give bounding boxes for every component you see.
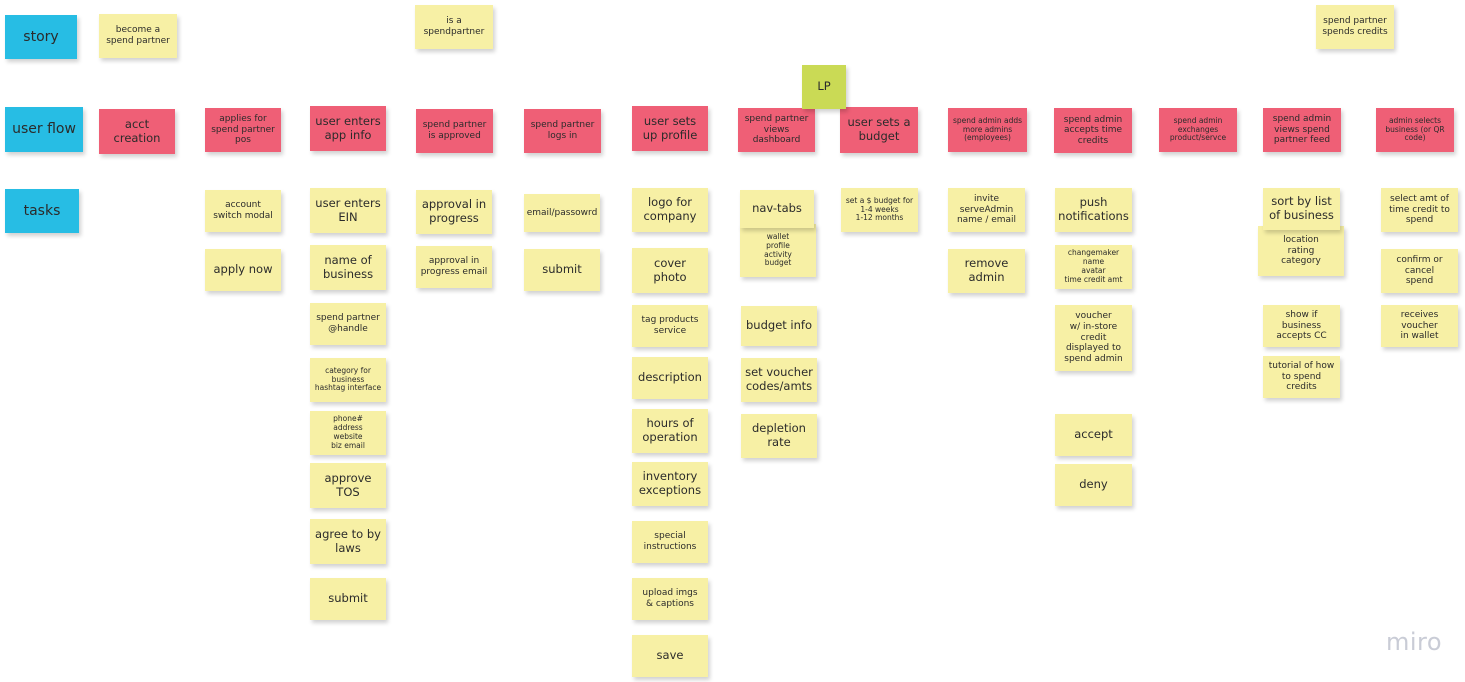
task-sticky-note[interactable]: upload imgs & captions	[632, 578, 708, 620]
user-flow-sticky-note[interactable]: spend partner is approved	[416, 109, 493, 153]
task-sticky-note[interactable]: receives voucher in wallet	[1381, 305, 1458, 347]
user-flow-sticky-note[interactable]: spend partner views dashboard	[738, 108, 815, 152]
task-sticky-note[interactable]: hours of operation	[632, 409, 708, 453]
task-sticky-note[interactable]: account switch modal	[205, 190, 281, 232]
user-flow-sticky-note[interactable]: acct creation	[99, 109, 175, 154]
user-flow-sticky-note[interactable]: spend partner logs in	[524, 109, 601, 153]
user-flow-sticky-note[interactable]: user sets up profile	[632, 106, 708, 151]
task-sticky-note[interactable]: voucher w/ in-store credit displayed to …	[1055, 305, 1132, 371]
user-flow-sticky-note[interactable]: spend admin adds more admins (employees)	[948, 108, 1027, 152]
lp-sticky-note[interactable]: LP	[802, 65, 846, 109]
task-sticky-note[interactable]: changemaker name avatar time credit amt	[1055, 245, 1132, 289]
task-sticky-note[interactable]: phone# address website biz email	[310, 411, 386, 455]
user-flow-sticky-note[interactable]: user enters app info	[310, 106, 386, 151]
task-sticky-note[interactable]: spend partner @handle	[310, 303, 386, 345]
task-sticky-note[interactable]: depletion rate	[741, 414, 817, 458]
row-label-sticky[interactable]: story	[5, 15, 77, 59]
miro-board-canvas[interactable]: story user flow tasks become a spend partn…	[0, 0, 1465, 682]
task-sticky-note[interactable]: set voucher codes/amts	[741, 358, 817, 402]
task-sticky-note[interactable]: apply now	[205, 249, 281, 291]
task-sticky-note[interactable]: inventory exceptions	[632, 462, 708, 506]
task-sticky-note[interactable]: submit	[310, 578, 386, 620]
task-sticky-note[interactable]: tag products service	[632, 305, 708, 347]
task-sticky-note[interactable]: deny	[1055, 464, 1132, 506]
task-sticky-note[interactable]: logo for company	[632, 188, 708, 232]
task-sticky-note[interactable]: cover photo	[632, 248, 708, 293]
row-label-sticky[interactable]: user flow	[5, 107, 83, 152]
miro-watermark: miro	[1386, 628, 1443, 656]
user-flow-sticky-note[interactable]: admin selects business (or QR code)	[1376, 108, 1454, 152]
user-flow-sticky-note[interactable]: applies for spend partner pos	[205, 108, 281, 152]
task-sticky-note[interactable]: save	[632, 635, 708, 677]
user-flow-sticky-note[interactable]: user sets a budget	[840, 107, 918, 153]
task-sticky-note[interactable]: select amt of time credit to spend	[1381, 188, 1458, 232]
task-sticky-note[interactable]: user enters EIN	[310, 188, 386, 233]
task-sticky-note[interactable]: location rating category	[1258, 226, 1344, 276]
task-sticky-note[interactable]: nav-tabs	[740, 190, 814, 228]
task-sticky-note[interactable]: sort by list of business	[1263, 188, 1340, 230]
story-sticky-note[interactable]: become a spend partner	[99, 14, 177, 58]
user-flow-sticky-note[interactable]: spend admin accepts time credits	[1054, 108, 1132, 153]
task-sticky-note[interactable]: agree to by laws	[310, 519, 386, 564]
user-flow-sticky-note[interactable]: spend admin exchanges product/servce	[1159, 108, 1237, 152]
user-flow-sticky-note[interactable]: spend admin views spend partner feed	[1263, 108, 1341, 152]
task-sticky-note[interactable]: email/passowrd	[524, 194, 600, 232]
task-sticky-note[interactable]: approval in progress	[416, 190, 492, 234]
task-sticky-note[interactable]: name of business	[310, 245, 386, 290]
task-sticky-note[interactable]: submit	[524, 249, 600, 291]
task-sticky-note[interactable]: remove admin	[948, 249, 1025, 293]
task-sticky-note[interactable]: budget info	[741, 306, 817, 346]
task-sticky-note[interactable]: tutorial of how to spend credits	[1263, 356, 1340, 398]
task-sticky-note[interactable]: invite serveAdmin name / email	[948, 188, 1025, 232]
task-sticky-note[interactable]: category for business hashtag interface	[310, 358, 386, 402]
task-sticky-note[interactable]: description	[632, 357, 708, 399]
task-sticky-note[interactable]: approve TOS	[310, 463, 386, 508]
task-sticky-note[interactable]: approval in progress email	[416, 246, 492, 288]
task-sticky-note[interactable]: wallet profile activity budget	[740, 224, 816, 277]
story-sticky-note[interactable]: is a spendpartner	[415, 5, 493, 49]
task-sticky-note[interactable]: show if business accepts CC	[1263, 305, 1340, 347]
task-sticky-note[interactable]: accept	[1055, 414, 1132, 456]
row-label-sticky[interactable]: tasks	[5, 189, 79, 233]
task-sticky-note[interactable]: push notifications	[1055, 188, 1132, 232]
task-sticky-note[interactable]: special instructions	[632, 521, 708, 563]
task-sticky-note[interactable]: set a $ budget for 1-4 weeks 1-12 months	[841, 188, 918, 232]
task-sticky-note[interactable]: confirm or cancel spend	[1381, 249, 1458, 293]
story-sticky-note[interactable]: spend partner spends credits	[1316, 5, 1394, 49]
